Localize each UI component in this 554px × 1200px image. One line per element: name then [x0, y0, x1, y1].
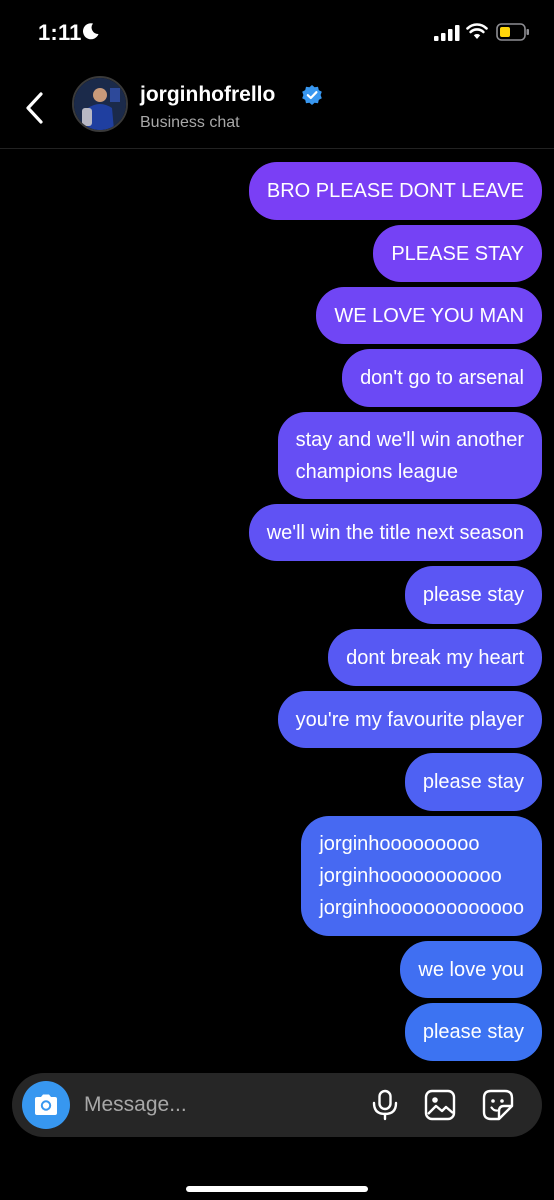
message-bubble[interactable]: please stay [404, 566, 542, 624]
verified-badge-icon [302, 85, 322, 105]
sticker-icon[interactable] [482, 1089, 514, 1121]
moon-icon [82, 23, 99, 40]
message-text: please stay [422, 771, 524, 793]
message-text: PLEASE STAY [391, 242, 524, 265]
avatar-photo [74, 78, 126, 130]
message-text: please stay [422, 1021, 524, 1043]
status-bar: 1:11 [0, 0, 554, 70]
message-bubble[interactable]: we love you [400, 941, 542, 998]
back-chevron-icon[interactable] [22, 90, 50, 126]
chat-header: jorginhofrello Business chat [0, 70, 554, 149]
message-bubble[interactable]: PLEASE STAY [373, 225, 542, 282]
contact-name[interactable]: jorginhofrello [140, 83, 275, 107]
status-time: 1:11 [38, 20, 82, 45]
signal-icon [434, 25, 460, 41]
contact-subtitle: Business chat [140, 114, 240, 131]
message-bubble[interactable]: don't go to arsenal [342, 349, 542, 407]
message-bubble[interactable]: BRO PLEASE DONT LEAVE [248, 162, 542, 220]
gallery-icon[interactable] [424, 1089, 456, 1121]
message-text: dont break my heart [346, 646, 524, 669]
battery-icon [496, 23, 529, 41]
message-bubble[interactable]: we'll win the title next season [248, 504, 542, 561]
message-bubble[interactable]: please stay [404, 1003, 542, 1061]
message-bubble[interactable]: WE LOVE YOU MAN [316, 287, 542, 344]
message-bubble[interactable]: you're my favourite player [277, 691, 542, 748]
avatar[interactable] [72, 76, 128, 132]
message-text: BRO PLEASE DONT LEAVE [266, 180, 524, 202]
message-composer [12, 1073, 542, 1137]
message-text: we'll win the title next season [266, 521, 524, 544]
message-text: stay and we'll win another champions lea… [295, 428, 524, 483]
home-indicator [186, 1186, 368, 1192]
wifi-icon [466, 23, 488, 39]
camera-icon [35, 1094, 57, 1115]
microphone-icon[interactable] [370, 1089, 400, 1121]
message-bubble[interactable]: jorginhooooooooo jorginhooooooooooo jorg… [301, 816, 542, 936]
message-input[interactable] [84, 1073, 354, 1137]
message-bubble[interactable]: stay and we'll win another champions lea… [277, 412, 542, 499]
message-text: don't go to arsenal [360, 367, 524, 389]
message-bubble[interactable]: please stay [404, 753, 542, 811]
message-text: jorginhooooooooo jorginhooooooooooo jorg… [319, 833, 524, 919]
message-text: please stay [422, 584, 524, 606]
message-text: WE LOVE YOU MAN [334, 304, 524, 327]
message-text: we love you [418, 958, 524, 981]
message-text: you're my favourite player [295, 708, 524, 731]
message-bubble[interactable]: dont break my heart [328, 629, 542, 686]
camera-button[interactable] [22, 1081, 70, 1129]
